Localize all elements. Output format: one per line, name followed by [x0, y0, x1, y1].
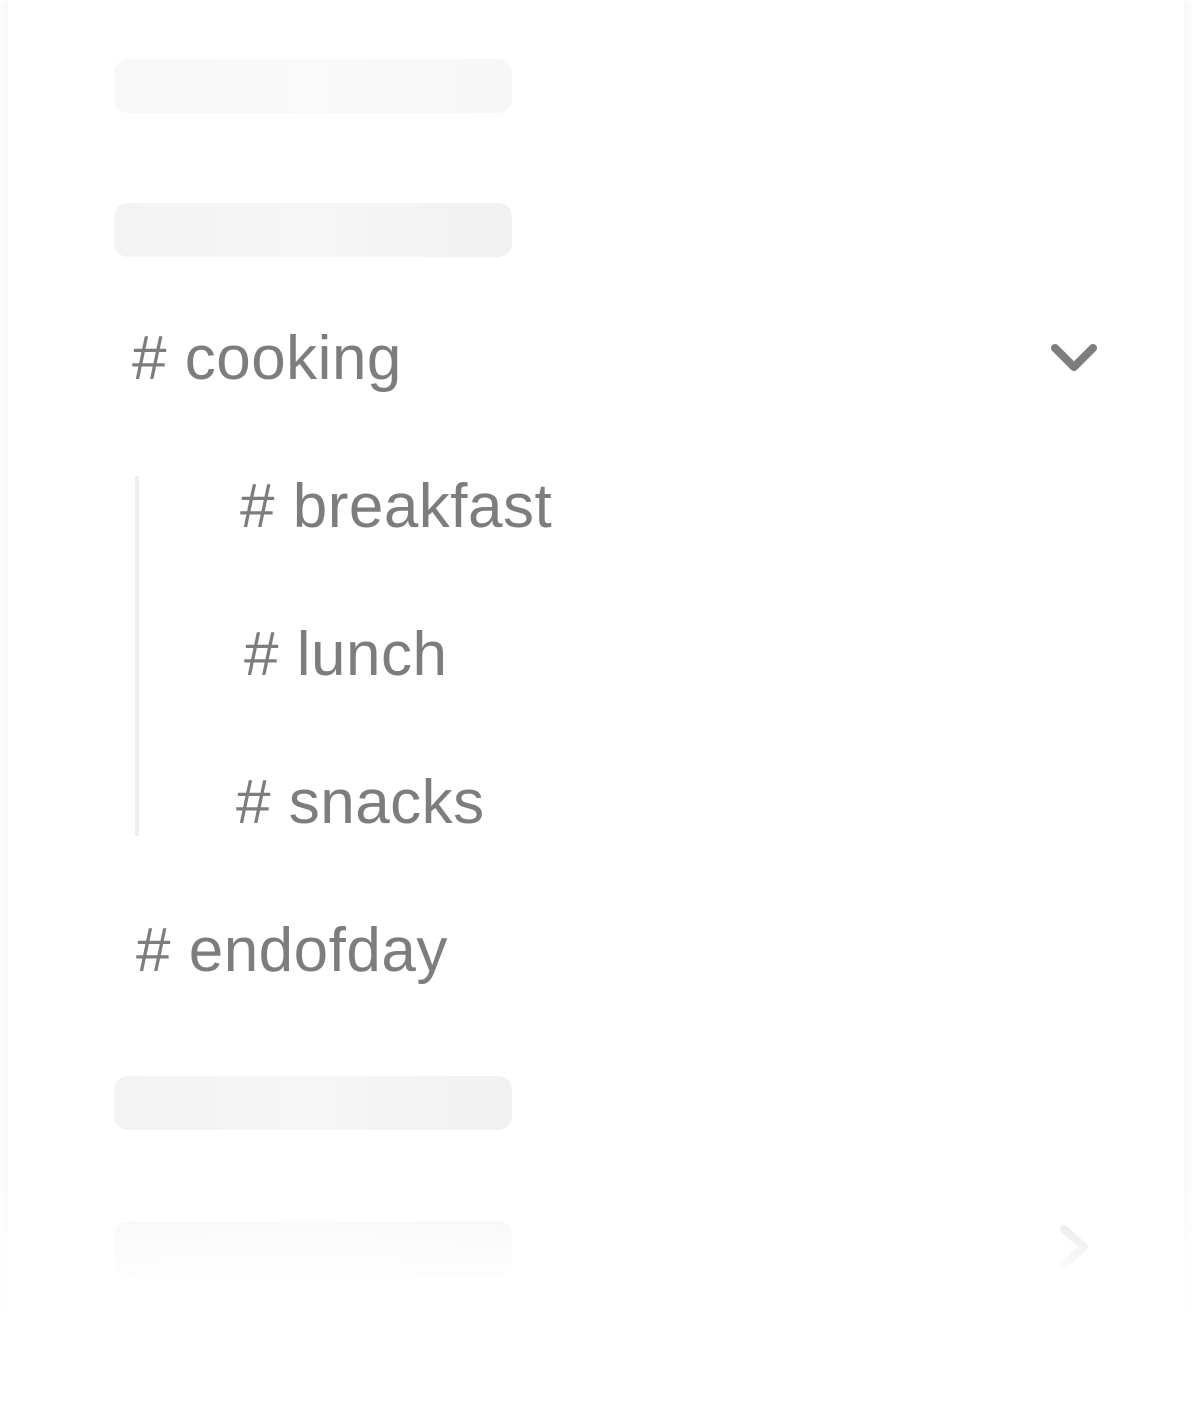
channel-item-endofday[interactable]: # endofday	[136, 920, 448, 982]
channel-item-lunch[interactable]: # lunch	[244, 624, 447, 686]
loading-placeholder-1	[114, 59, 512, 113]
chevron-right-icon[interactable]	[1056, 1224, 1092, 1270]
loading-placeholder-4	[114, 1221, 512, 1275]
nested-channel-guide	[135, 476, 139, 836]
channel-item-snacks[interactable]: # snacks	[236, 772, 485, 834]
loading-placeholder-3	[114, 1076, 512, 1130]
channel-item-breakfast[interactable]: # breakfast	[240, 476, 552, 538]
channel-item-cooking[interactable]: # cooking	[132, 328, 402, 390]
loading-placeholder-2	[114, 203, 512, 257]
chevron-down-icon[interactable]	[1050, 341, 1098, 375]
